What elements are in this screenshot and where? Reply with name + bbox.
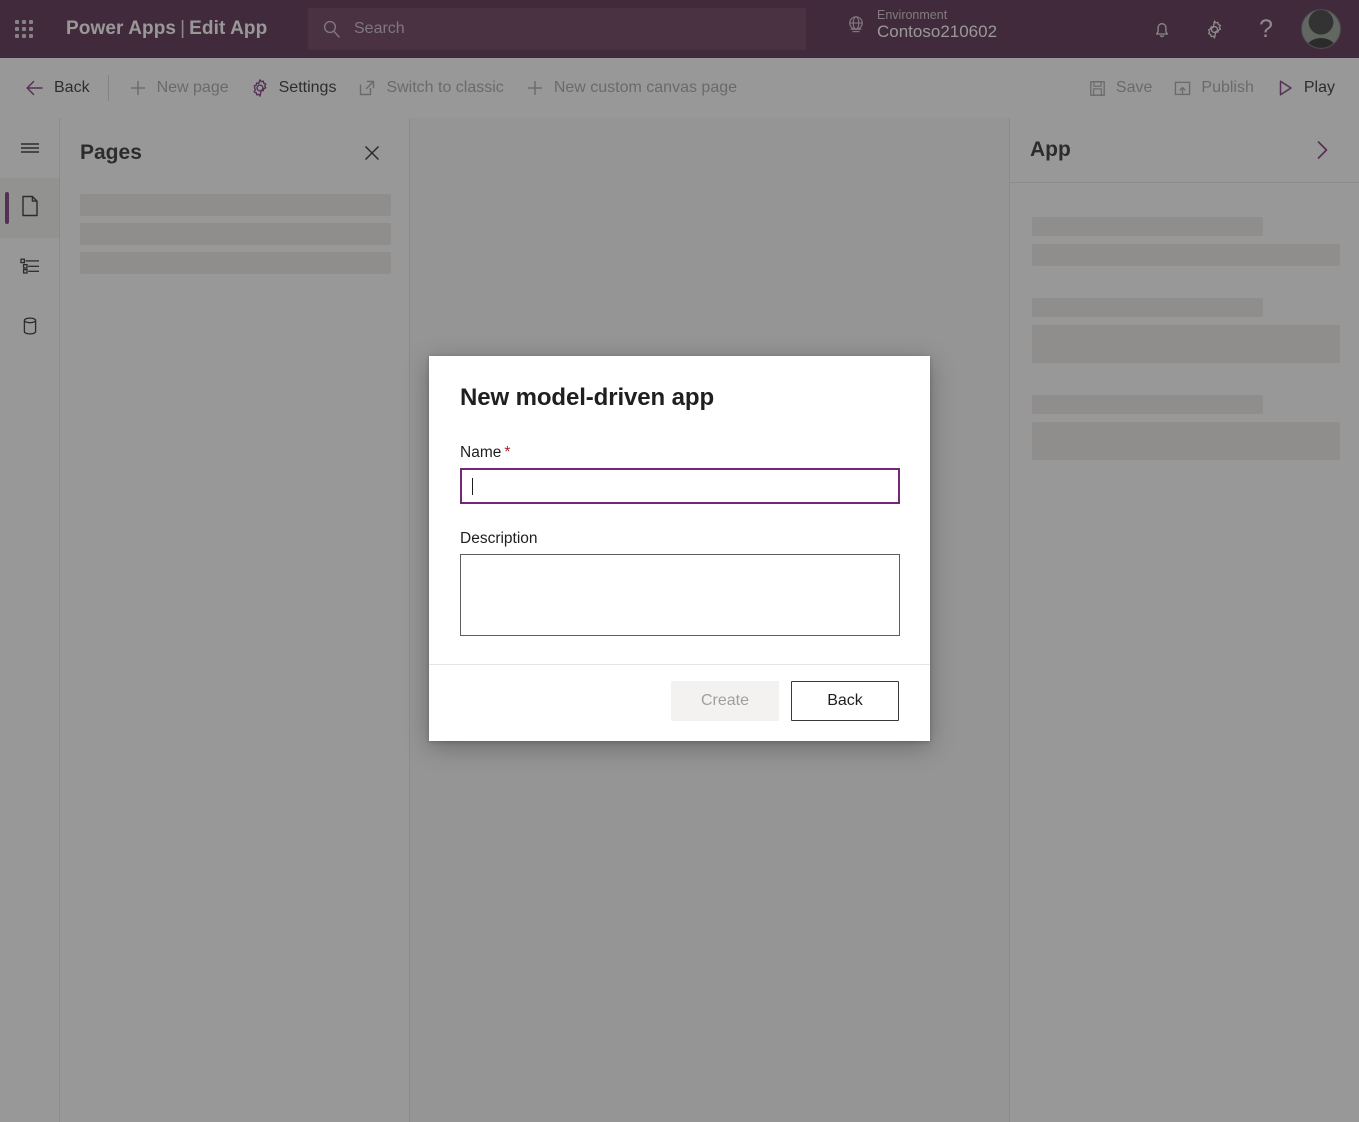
description-field-label: Description	[460, 530, 899, 548]
required-asterisk: *	[504, 444, 510, 461]
dialog-body: New model-driven app Name* Description	[429, 356, 930, 664]
dialog-footer: Create Back	[429, 664, 930, 741]
new-model-driven-app-dialog: New model-driven app Name* Description C…	[429, 356, 930, 741]
description-input[interactable]	[460, 554, 900, 636]
create-button[interactable]: Create	[671, 681, 779, 721]
name-field-group: Name*	[460, 444, 899, 504]
back-dialog-button[interactable]: Back	[791, 681, 899, 721]
dialog-title: New model-driven app	[460, 384, 899, 412]
name-label-text: Name	[460, 444, 501, 461]
name-input[interactable]	[460, 468, 900, 504]
name-field-label: Name*	[460, 444, 899, 462]
back-dialog-button-label: Back	[827, 692, 863, 710]
description-field-group: Description	[460, 530, 899, 636]
create-button-label: Create	[701, 692, 749, 710]
text-caret	[472, 478, 473, 495]
app-root: Power Apps|Edit App Search	[0, 0, 1359, 1122]
